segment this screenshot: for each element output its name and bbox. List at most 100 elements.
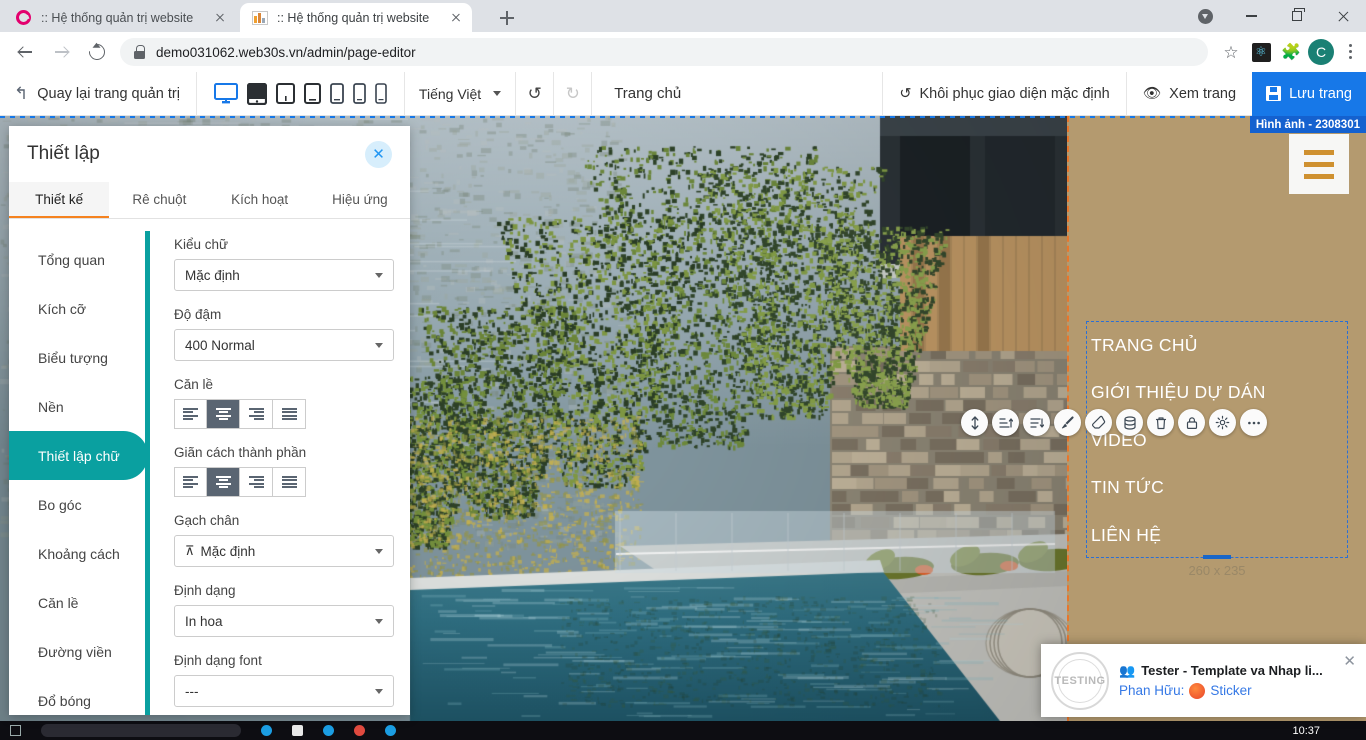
- trash-icon[interactable]: [1147, 409, 1174, 436]
- move-vertical-icon[interactable]: [961, 409, 988, 436]
- start-button-icon[interactable]: [10, 725, 21, 736]
- language-selector[interactable]: Tiếng Việt: [405, 72, 516, 116]
- save-page-button[interactable]: Lưu trang: [1252, 72, 1366, 116]
- tab-re-chuot[interactable]: Rê chuột: [109, 182, 209, 218]
- sidebar-item-kich-co[interactable]: Kích cỡ: [9, 284, 156, 333]
- gear-icon[interactable]: [1209, 409, 1236, 436]
- lock-icon[interactable]: [1178, 409, 1205, 436]
- new-tab-button[interactable]: [495, 6, 519, 30]
- chat-message-row: Phan Hữu: Sticker: [1119, 683, 1343, 699]
- close-icon[interactable]: ✕: [1343, 652, 1356, 670]
- align-right-icon[interactable]: [240, 399, 273, 429]
- sidebar-item-nen[interactable]: Nền: [9, 382, 156, 431]
- device-switcher: [197, 72, 405, 116]
- close-icon[interactable]: ✕: [365, 141, 392, 168]
- spacing-right-icon[interactable]: [240, 467, 273, 497]
- sidebar-item-bieu-tuong[interactable]: Biểu tượng: [9, 333, 156, 382]
- eraser-icon[interactable]: [1085, 409, 1112, 436]
- taskbar-app-icon[interactable]: [323, 725, 334, 736]
- sidebar-item-khoang-cach[interactable]: Khoảng cách: [9, 529, 156, 578]
- taskbar-app-icon[interactable]: [385, 725, 396, 736]
- brush-icon[interactable]: [1054, 409, 1081, 436]
- undo-button[interactable]: ↺: [516, 72, 554, 116]
- taskbar-search[interactable]: [41, 724, 241, 737]
- rose-logo-icon: [16, 10, 32, 26]
- sidebar-item-duong-vien[interactable]: Đường viền: [9, 627, 156, 676]
- tab-close-icon[interactable]: [448, 10, 464, 26]
- browser-toolbar: demo031062.web30s.vn/admin/page-editor ☆…: [0, 32, 1366, 72]
- spacing-justify-icon[interactable]: [273, 467, 306, 497]
- back-arrow-icon[interactable]: [10, 37, 40, 67]
- taskbar-app-icon[interactable]: [292, 725, 303, 736]
- hamburger-menu-icon[interactable]: [1289, 134, 1349, 194]
- font-family-select[interactable]: Mặc định: [174, 259, 394, 291]
- layers-icon[interactable]: [1116, 409, 1143, 436]
- device-tablet-icon[interactable]: [276, 83, 295, 104]
- download-icon[interactable]: [1182, 0, 1228, 32]
- chat-title-row: 👥 Tester - Template va Nhap li...: [1119, 663, 1343, 679]
- underline-select[interactable]: ⊼ Mặc định: [174, 535, 394, 567]
- react-devtools-icon[interactable]: ⚛: [1246, 37, 1276, 67]
- select-value: ---: [185, 684, 375, 699]
- puzzle-icon[interactable]: 🧩: [1276, 37, 1306, 67]
- tab-thiet-ke[interactable]: Thiết kế: [9, 182, 109, 218]
- align-center-icon[interactable]: [207, 399, 240, 429]
- align-left-icon[interactable]: [174, 399, 207, 429]
- text-transform-select[interactable]: In hoa: [174, 605, 394, 637]
- chat-text: 👥 Tester - Template va Nhap li... Phan H…: [1109, 663, 1343, 699]
- selected-element-badge: Hình ảnh - 2308301: [1250, 116, 1366, 133]
- device-phone-icon[interactable]: [353, 83, 366, 104]
- font-weight-select[interactable]: 400 Normal: [174, 329, 394, 361]
- device-tablet-landscape-icon[interactable]: [247, 83, 267, 105]
- align-justify-icon[interactable]: [273, 399, 306, 429]
- taskbar-items: [0, 724, 1292, 737]
- back-curve-icon: ↰: [14, 84, 28, 104]
- resize-handle[interactable]: [1203, 555, 1231, 559]
- close-icon[interactable]: [1320, 0, 1366, 32]
- element-toolbar: [961, 409, 1267, 436]
- star-icon[interactable]: ☆: [1216, 37, 1246, 67]
- preview-page-button[interactable]: 👁 Xem trang: [1126, 72, 1252, 116]
- font-style-select[interactable]: ---: [174, 675, 394, 707]
- minimize-icon[interactable]: [1228, 0, 1274, 32]
- nav-item[interactable]: TIN TỨC: [1087, 464, 1347, 511]
- tab-hieu-ung[interactable]: Hiệu ứng: [310, 182, 410, 218]
- avatar[interactable]: C: [1306, 37, 1336, 67]
- restore-default-button[interactable]: ↺ Khôi phục giao diện mặc định: [882, 72, 1125, 116]
- sidebar-item-do-bong[interactable]: Đổ bóng: [9, 676, 156, 715]
- browser-tab-1[interactable]: :: Hệ thống quản trị website: [4, 3, 236, 32]
- taskbar-app-icon[interactable]: [261, 725, 272, 736]
- device-phone-large-icon[interactable]: [330, 83, 344, 104]
- nav-item[interactable]: LIÊN HỆ: [1087, 512, 1347, 559]
- reload-icon[interactable]: [82, 37, 112, 67]
- kebab-menu-icon[interactable]: [1336, 37, 1366, 67]
- more-icon[interactable]: [1240, 409, 1267, 436]
- settings-sidebar: Tổng quan Kích cỡ Biểu tượng Nền Thiết l…: [9, 219, 156, 715]
- maximize-icon[interactable]: [1274, 0, 1320, 32]
- back-to-admin-button[interactable]: ↰ Quay lại trang quản trị: [0, 72, 197, 116]
- sort-ascending-icon[interactable]: [992, 409, 1019, 436]
- field-label: Gạch chân: [174, 513, 394, 528]
- chevron-down-icon: [375, 689, 383, 694]
- spacing-center-icon[interactable]: [207, 467, 240, 497]
- address-bar[interactable]: demo031062.web30s.vn/admin/page-editor: [120, 38, 1208, 66]
- spacing-left-icon[interactable]: [174, 467, 207, 497]
- sidebar-item-bo-goc[interactable]: Bo góc: [9, 480, 156, 529]
- taskbar-app-icon[interactable]: [354, 725, 365, 736]
- nav-menu-block[interactable]: TRANG CHỦ GIỚI THIỆU DỰ DÁN VIDEO TIN TỨ…: [1086, 321, 1348, 558]
- nav-item[interactable]: TRANG CHỦ: [1087, 322, 1347, 369]
- sort-descending-icon[interactable]: [1023, 409, 1050, 436]
- sidebar-item-thiet-lap-chu[interactable]: Thiết lập chữ: [9, 431, 148, 480]
- chevron-down-icon: [375, 343, 383, 348]
- sidebar-item-can-le[interactable]: Căn lề: [9, 578, 156, 627]
- device-phablet-icon[interactable]: [304, 83, 321, 104]
- browser-tab-2[interactable]: :: Hệ thống quản trị website: [240, 3, 472, 32]
- select-value: 400 Normal: [185, 338, 375, 353]
- sidebar-item-tong-quan[interactable]: Tổng quan: [9, 235, 156, 284]
- device-phone-small-icon[interactable]: [375, 83, 387, 104]
- tab-kich-hoat[interactable]: Kích hoạt: [210, 182, 310, 218]
- settings-body: Tổng quan Kích cỡ Biểu tượng Nền Thiết l…: [9, 219, 410, 715]
- tab-close-icon[interactable]: [212, 10, 228, 26]
- chat-notification[interactable]: TESTING 👥 Tester - Template va Nhap li..…: [1041, 644, 1366, 717]
- device-desktop-icon[interactable]: [214, 83, 238, 105]
